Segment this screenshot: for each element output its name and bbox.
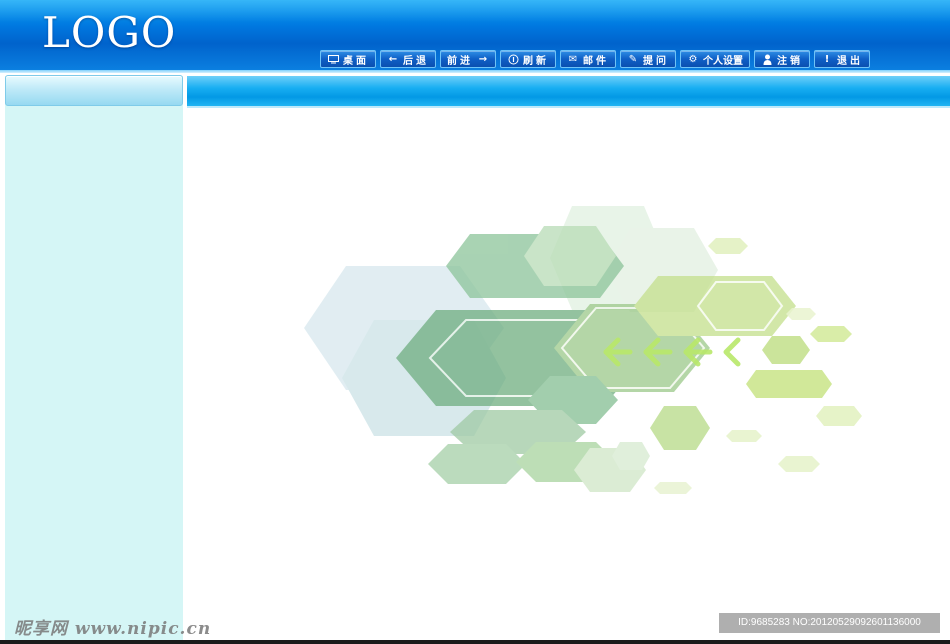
main-panel-header (187, 76, 950, 106)
hexagon-shape (428, 444, 526, 484)
hexagon-illustration (304, 206, 862, 494)
hexagon-shape (810, 326, 852, 342)
ask-button[interactable]: ✎ 提问 (620, 50, 676, 68)
ask-label: 提问 (643, 55, 669, 67)
mail-button[interactable]: ✉ 邮件 (560, 50, 616, 68)
hexagon-shape (746, 370, 832, 398)
desktop-icon (327, 53, 339, 65)
hexagon-shape (708, 238, 748, 254)
desktop-label: 桌面 (343, 55, 369, 67)
hexagon-shape (762, 336, 810, 364)
settings-label: 个人设置 (703, 55, 743, 67)
mail-label: 邮件 (583, 55, 609, 67)
arrow-left-icon: ← (388, 53, 398, 65)
watermark-right: ID:9685283 NO:20120529092601136000 (719, 613, 940, 633)
settings-button[interactable]: ⚙ 个人设置 (680, 50, 750, 68)
arrow-right-icon: → (478, 53, 488, 65)
pencil-icon: ✎ (628, 53, 638, 65)
forward-label: 前进 (447, 55, 473, 67)
mail-icon: ✉ (568, 53, 578, 65)
back-label: 后退 (403, 55, 429, 67)
hexagon-shape (726, 430, 762, 442)
logout-label: 注销 (777, 55, 803, 67)
desktop-button[interactable]: 桌面 (320, 50, 376, 68)
gear-icon: ⚙ (688, 53, 698, 65)
logo[interactable]: LOGO (42, 10, 176, 56)
exit-button[interactable]: ! 退出 (814, 50, 870, 68)
refresh-label: 刷新 (523, 55, 549, 67)
hexagon-shape (654, 482, 692, 494)
hexagon-shape (650, 406, 710, 450)
hexagon-shape (786, 308, 816, 320)
bottom-border (0, 640, 950, 644)
sidebar-header (5, 75, 183, 106)
hexagon-shape (612, 442, 650, 470)
chevron-left-icon (723, 337, 741, 367)
logout-button[interactable]: 注销 (754, 50, 810, 68)
sidebar (5, 76, 183, 644)
refresh-button[interactable]: 刷新 (500, 50, 556, 68)
user-icon (761, 53, 773, 65)
hexagon-shape (816, 406, 862, 426)
watermark-left: 昵享网 www.nipic.cn (14, 619, 212, 639)
forward-button[interactable]: 前进 → (440, 50, 496, 68)
back-button[interactable]: ← 后退 (380, 50, 436, 68)
toolbar: 桌面 ← 后退 前进 → 刷新 ✉ 邮件 ✎ 提问 ⚙ 个人设置 注销 ! 退出 (320, 50, 870, 68)
hexagon-shape (778, 456, 820, 472)
exit-label: 退出 (837, 55, 863, 67)
exclamation-icon: ! (824, 53, 830, 65)
hexagon-shape (634, 276, 796, 336)
refresh-icon (507, 53, 519, 65)
header-divider (0, 70, 950, 73)
